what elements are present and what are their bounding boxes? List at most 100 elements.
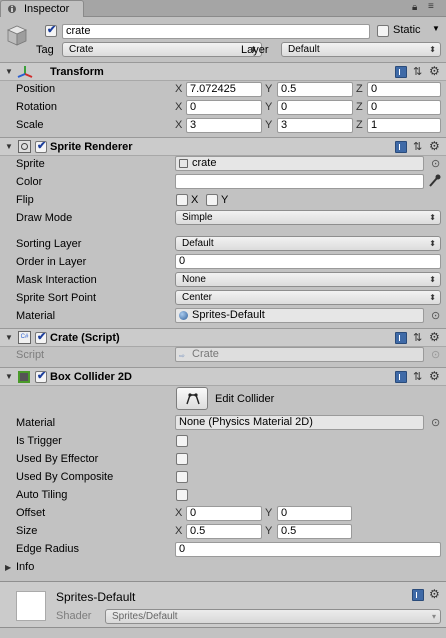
help-book-icon[interactable] (395, 66, 407, 78)
sprite-renderer-enabled-checkbox[interactable] (35, 139, 47, 153)
position-y-field[interactable]: 0.5 (277, 82, 353, 97)
material-value: Sprites-Default (192, 309, 265, 321)
dropdown-arrow-icon: ⬍ (429, 275, 436, 284)
foldout-open-icon[interactable]: ▼ (5, 142, 13, 151)
tab-menu-icon[interactable]: ≡ (428, 1, 434, 12)
used-by-composite-checkbox[interactable] (176, 471, 188, 483)
static-dropdown-icon[interactable]: ▼ (432, 24, 440, 33)
crate-script-title: Crate (Script) (50, 332, 120, 344)
shader-value: Sprites/Default (112, 611, 178, 622)
flip-x-checkbox[interactable] (176, 194, 188, 206)
cs-script-icon: ⇨ (179, 353, 185, 360)
gear-icon[interactable]: ⚙ (429, 330, 440, 344)
info-foldout-closed-icon[interactable]: ▶ (5, 563, 11, 572)
mask-interaction-dropdown[interactable]: None ⬍ (175, 272, 441, 287)
is-trigger-checkbox[interactable] (176, 435, 188, 447)
scale-z-axis: Z (356, 119, 363, 131)
object-picker-icon[interactable]: ⊙ (431, 157, 440, 170)
object-picker-icon: ⊙ (431, 349, 441, 361)
preset-sliders-icon[interactable]: ⇅ (413, 331, 422, 344)
used-by-effector-checkbox[interactable] (176, 453, 188, 465)
object-picker-icon[interactable]: ⊙ (431, 416, 440, 429)
scale-y-axis: Y (265, 119, 273, 131)
position-z-axis: Z (356, 83, 363, 95)
position-x-axis: X (175, 83, 183, 95)
scale-y-field[interactable]: 3 (277, 118, 353, 133)
size-y-field[interactable]: 0.5 (277, 524, 352, 539)
help-book-icon[interactable] (412, 589, 424, 601)
rotation-x-field[interactable]: 0 (186, 100, 262, 115)
foldout-open-icon[interactable]: ▼ (5, 67, 13, 76)
rotation-label: Rotation (16, 101, 57, 113)
position-z-field[interactable]: 0 (367, 82, 441, 97)
dropdown-arrow-icon: ⬍ (429, 45, 436, 54)
static-label: Static (393, 24, 421, 36)
dropdown-arrow-icon: ⬍ (429, 293, 436, 302)
tab-label: Inspector (24, 3, 70, 15)
preset-sliders-icon[interactable]: ⇅ (413, 65, 422, 78)
sorting-layer-dropdown[interactable]: Default ⬍ (175, 236, 441, 251)
collider-material-field[interactable]: None (Physics Material 2D) (175, 415, 424, 430)
size-label: Size (16, 525, 38, 537)
transform-header[interactable]: ▼ Transform ⇅ ⚙ (0, 62, 446, 81)
tab-inspector[interactable]: Inspector (0, 0, 84, 17)
foldout-open-icon[interactable]: ▼ (5, 333, 13, 342)
color-swatch[interactable] (175, 174, 424, 189)
material-preview-name: Sprites-Default (56, 590, 136, 604)
inspector-icon (7, 4, 17, 14)
help-book-icon[interactable] (395, 141, 407, 153)
box-collider-enabled-checkbox[interactable] (35, 369, 47, 383)
shader-dropdown[interactable]: Sprites/Default ▾ (105, 609, 441, 624)
crate-script-enabled-checkbox[interactable] (35, 330, 47, 344)
edit-collider-button[interactable] (176, 387, 208, 410)
preset-sliders-icon[interactable]: ⇅ (413, 370, 422, 383)
gear-icon[interactable]: ⚙ (429, 139, 440, 153)
edge-radius-label: Edge Radius (16, 543, 79, 555)
size-x-field[interactable]: 0.5 (186, 524, 262, 539)
static-checkbox[interactable] (377, 25, 389, 37)
shader-label: Shader (56, 610, 92, 622)
lock-icon[interactable]: 🔒︎ (412, 2, 417, 13)
sprite-sort-point-dropdown[interactable]: Center ⬍ (175, 290, 441, 305)
scale-z-field[interactable]: 1 (367, 118, 441, 133)
gameobject-active-checkbox[interactable] (45, 23, 57, 37)
sprite-asset-icon (179, 159, 188, 168)
layer-dropdown[interactable]: Default ⬍ (281, 42, 441, 57)
flip-y-checkbox[interactable] (206, 194, 218, 206)
position-x-field[interactable]: 7.072425 (186, 82, 262, 97)
preset-sliders-icon[interactable]: ⇅ (413, 140, 422, 153)
draw-mode-dropdown[interactable]: Simple ⬍ (175, 210, 441, 225)
sprite-renderer-title: Sprite Renderer (50, 141, 133, 153)
sprite-object-field[interactable]: crate (175, 156, 424, 171)
gear-icon[interactable]: ⚙ (429, 369, 440, 383)
gear-icon[interactable]: ⚙ (429, 587, 440, 601)
script-value: Crate (192, 348, 219, 360)
material-object-field[interactable]: Sprites-Default (175, 308, 424, 323)
auto-tiling-checkbox[interactable] (176, 489, 188, 501)
rotation-y-field[interactable]: 0 (277, 100, 353, 115)
dropdown-arrow-icon: ▾ (431, 612, 436, 621)
help-book-icon[interactable] (395, 371, 407, 383)
info-foldout-label[interactable]: Info (16, 561, 34, 573)
box-collider-header[interactable]: ▼ Box Collider 2D ⇅ ⚙ (0, 367, 446, 386)
object-picker-icon[interactable]: ⊙ (431, 309, 440, 322)
rotation-z-field[interactable]: 0 (367, 100, 441, 115)
edge-radius-field[interactable]: 0 (175, 542, 441, 557)
layer-value: Default (288, 44, 320, 55)
gameobject-name-field[interactable]: crate (62, 24, 370, 39)
tag-dropdown[interactable]: Crate ⬍ (62, 42, 262, 57)
offset-y-field[interactable]: 0 (277, 506, 352, 521)
foldout-open-icon[interactable]: ▼ (5, 372, 13, 381)
gear-icon[interactable]: ⚙ (429, 64, 440, 78)
order-in-layer-field[interactable]: 0 (175, 254, 441, 269)
offset-x-field[interactable]: 0 (186, 506, 262, 521)
transform-title: Transform (50, 66, 104, 78)
eyedropper-icon[interactable] (428, 173, 441, 191)
tab-bar: Inspector 🔒︎ ≡ (0, 0, 446, 17)
help-book-icon[interactable] (395, 332, 407, 344)
sprite-renderer-header[interactable]: ▼ Sprite Renderer ⇅ ⚙ (0, 137, 446, 156)
scale-x-field[interactable]: 3 (186, 118, 262, 133)
draw-mode-label: Draw Mode (16, 212, 73, 224)
crate-script-header[interactable]: ▼ C# Crate (Script) ⇅ ⚙ (0, 328, 446, 347)
size-x-axis: X (175, 525, 183, 537)
